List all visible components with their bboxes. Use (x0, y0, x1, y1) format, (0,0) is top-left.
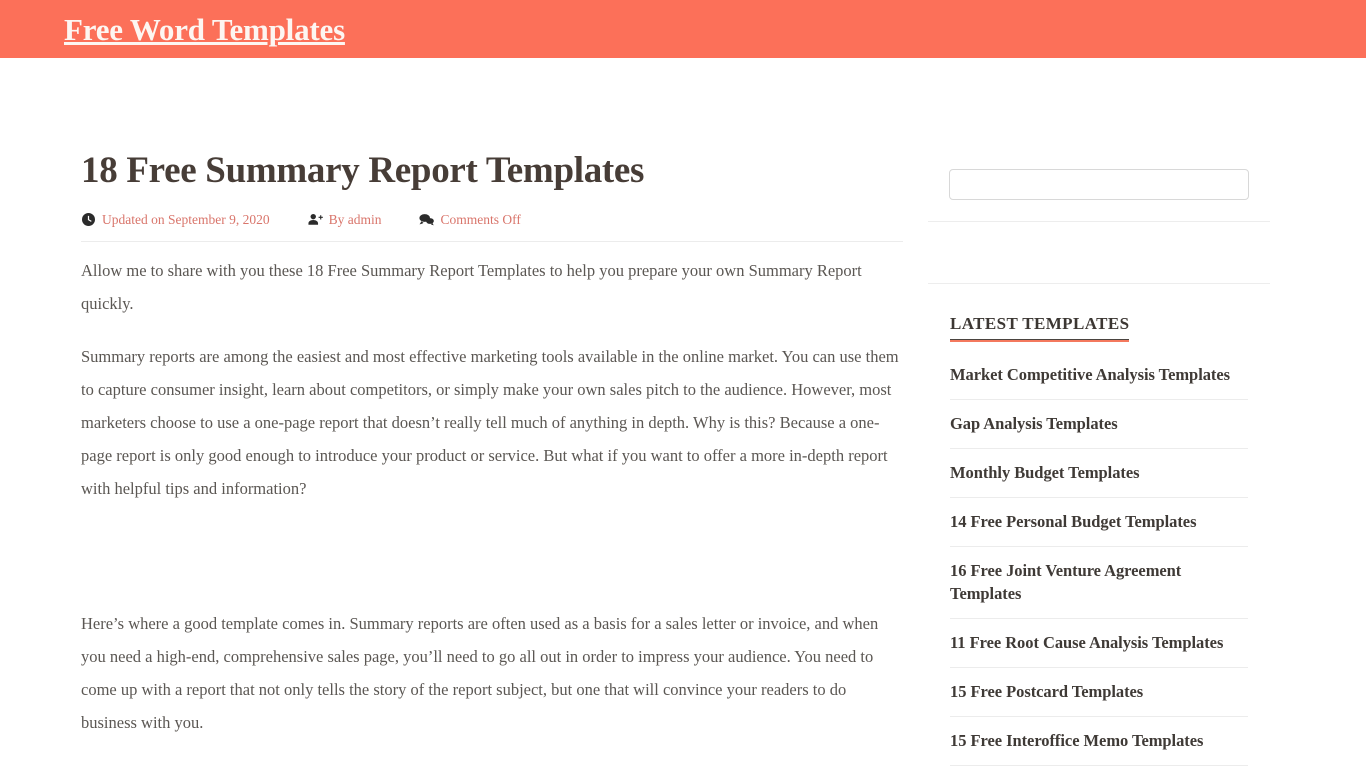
list-item[interactable]: 11 Free Root Cause Analysis Templates (950, 619, 1248, 668)
search-widget (927, 169, 1272, 200)
page-container: 18 Free Summary Report Templates Updated… (0, 58, 1366, 766)
sidebar: LATEST TEMPLATES Market Competitive Anal… (905, 58, 1366, 766)
clock-icon (81, 213, 96, 227)
paragraph-1: Allow me to share with you these 18 Free… (81, 260, 862, 313)
meta-author: By admin (308, 211, 382, 228)
paragraph-2: Summary reports are among the easiest an… (81, 346, 899, 498)
meta-updated: Updated on September 9, 2020 (81, 212, 270, 228)
user-plus-icon (308, 213, 323, 227)
meta-updated-text: Updated on September 9, 2020 (102, 211, 270, 227)
template-link[interactable]: 14 Free Personal Budget Templates (950, 510, 1248, 533)
template-link[interactable]: Monthly Budget Templates (950, 461, 1248, 484)
article: 18 Free Summary Report Templates Updated… (81, 150, 903, 739)
sidebar-ad-slot (927, 222, 1272, 262)
list-item[interactable]: 15 Free Postcard Templates (950, 668, 1248, 717)
sidebar-inner: LATEST TEMPLATES Market Competitive Anal… (927, 169, 1272, 766)
template-link[interactable]: Market Competitive Analysis Templates (950, 363, 1248, 386)
meta-author-text: By admin (328, 211, 382, 227)
comments-icon (419, 213, 435, 227)
template-link[interactable]: Gap Analysis Templates (950, 412, 1248, 435)
template-link[interactable]: 16 Free Joint Venture Agreement Template… (950, 559, 1248, 605)
list-item[interactable]: Gap Analysis Templates (950, 400, 1248, 449)
list-item[interactable]: 16 Free Joint Venture Agreement Template… (950, 547, 1248, 619)
template-link[interactable]: 15 Free Interoffice Memo Templates (950, 729, 1248, 752)
list-item[interactable]: 14 Free Personal Budget Templates (950, 498, 1248, 547)
entry-meta: Updated on September 9, 2020 By admin Co… (81, 212, 903, 242)
entry-content: Allow me to share with you these 18 Free… (81, 242, 903, 739)
site-header: Free Word Templates (0, 0, 1366, 58)
latest-templates-list: Market Competitive Analysis Templates Ga… (950, 354, 1248, 766)
list-item[interactable]: 15 Free Interoffice Memo Templates (950, 717, 1248, 766)
paragraph-3: Here’s where a good template comes in. S… (81, 613, 879, 732)
template-link[interactable]: 15 Free Postcard Templates (950, 680, 1248, 703)
search-input[interactable] (949, 169, 1249, 200)
main-content: 18 Free Summary Report Templates Updated… (0, 58, 905, 759)
meta-comments: Comments Off (419, 211, 521, 228)
template-link[interactable]: 11 Free Root Cause Analysis Templates (950, 631, 1248, 654)
page-title: 18 Free Summary Report Templates (81, 150, 645, 191)
meta-comments-text: Comments Off (440, 211, 521, 227)
list-item[interactable]: Monthly Budget Templates (950, 449, 1248, 498)
latest-templates-heading: LATEST TEMPLATES (950, 314, 1130, 342)
content-spacer (81, 525, 903, 587)
site-title-link[interactable]: Free Word Templates (64, 14, 345, 45)
list-item[interactable]: Market Competitive Analysis Templates (950, 354, 1248, 400)
